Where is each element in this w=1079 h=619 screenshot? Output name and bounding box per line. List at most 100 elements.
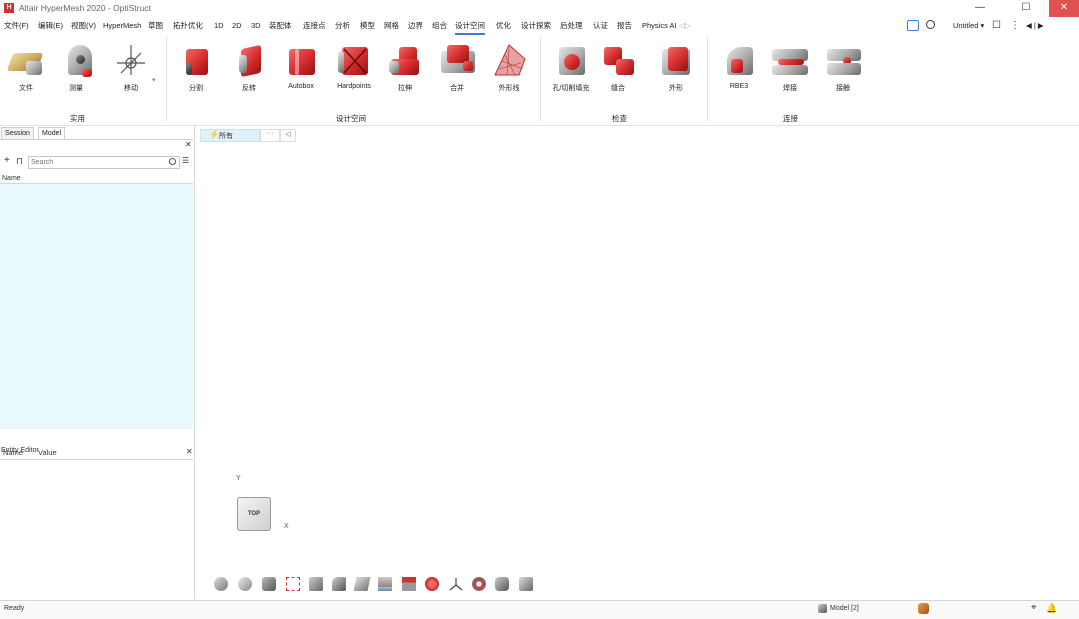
app-logo-icon: H	[4, 3, 14, 13]
group-label-connect: 连接	[783, 114, 798, 123]
menu-view[interactable]: 视图(V)	[71, 18, 96, 33]
view-globe-icon[interactable]	[238, 577, 252, 591]
menu-hypermesh[interactable]: HyperMesh	[103, 18, 141, 33]
view-cube[interactable]: TOP	[237, 497, 271, 531]
split-tool[interactable]: 分割	[171, 41, 221, 93]
editor-column-name[interactable]: Name	[3, 448, 23, 457]
minimize-button[interactable]: —	[957, 0, 1003, 17]
layout-square-icon[interactable]: ☐	[992, 18, 1001, 33]
filter-all-label: 所有	[219, 133, 233, 140]
maximize-button[interactable]: ☐	[1003, 0, 1049, 17]
title-bar: H Altair HyperMesh 2020 - OptiStruct — ☐…	[0, 0, 1079, 17]
close-button[interactable]: ✕	[1049, 0, 1079, 17]
bell-icon[interactable]: 🔔	[1046, 603, 1057, 614]
view-axes-icon[interactable]	[449, 577, 463, 591]
menu-boundary[interactable]: 边界	[408, 18, 423, 33]
filter-collapse-button[interactable]: ◁	[280, 129, 296, 142]
crosshair-icon[interactable]: ⌖	[1031, 602, 1037, 613]
menu-file[interactable]: 文件(F)	[4, 18, 29, 33]
menu-overflow-icon[interactable]: ◁▷	[679, 18, 691, 33]
merge-tool[interactable]: 合并	[432, 41, 482, 93]
menu-sketch[interactable]: 草图	[148, 18, 163, 33]
panel-close-button[interactable]: ✕	[185, 140, 192, 149]
status-text: Ready	[4, 605, 25, 612]
filter-more-button[interactable]: ···	[260, 129, 280, 142]
view-section-icon[interactable]	[353, 577, 371, 591]
group-separator	[166, 37, 167, 121]
entity-editor-body	[0, 459, 193, 599]
outline-icon	[489, 41, 529, 81]
menu-report[interactable]: 报告	[617, 18, 632, 33]
move-icon	[111, 41, 151, 81]
search-icon[interactable]	[926, 20, 935, 29]
stitch-tool[interactable]: 缝合	[593, 41, 643, 93]
hardpoints-tool[interactable]: Hardpoints	[329, 41, 379, 90]
view-zoom-icon[interactable]	[472, 577, 486, 591]
reverse-tool[interactable]: 反转	[224, 41, 274, 93]
menu-1d[interactable]: 1D	[214, 18, 224, 33]
merge-icon	[437, 41, 477, 81]
view-undo-icon[interactable]	[332, 577, 346, 591]
search-input[interactable]	[29, 157, 163, 168]
view-camera-icon[interactable]	[495, 577, 509, 591]
menu-model[interactable]: 模型	[360, 18, 375, 33]
menu-physics-ai[interactable]: Physics AI	[642, 18, 677, 33]
contact-tool[interactable]: 接触	[818, 41, 868, 93]
more-options-icon[interactable]: ⋮	[1010, 18, 1020, 33]
task-icon[interactable]	[918, 603, 929, 614]
menu-analysis[interactable]: 分析	[335, 18, 350, 33]
editor-close-button[interactable]: ✕	[186, 447, 193, 456]
ribbon-overflow-icon[interactable]: ▾	[152, 76, 156, 84]
menu-edit[interactable]: 编辑(E)	[38, 18, 63, 33]
menu-optimize[interactable]: 优化	[496, 18, 511, 33]
folder-icon[interactable]: ⊓	[16, 156, 23, 167]
search-icon[interactable]	[169, 158, 176, 165]
menu-assembly[interactable]: 装配体	[269, 18, 292, 33]
split-icon	[176, 41, 216, 81]
axis-y-label: Y	[236, 475, 241, 482]
measure-tool[interactable]: 测量	[51, 41, 101, 93]
lightning-icon: ⚡	[209, 130, 219, 139]
filter-icon[interactable]: ☰	[182, 156, 189, 165]
menu-2d[interactable]: 2D	[232, 18, 242, 33]
menu-certify[interactable]: 认证	[593, 18, 608, 33]
filter-all-button[interactable]: 所有 ⚡	[200, 129, 260, 142]
view-target-icon[interactable]	[425, 577, 439, 591]
autobox-tool[interactable]: Autobox	[276, 41, 326, 90]
rbe3-tool[interactable]: RBE3	[714, 41, 764, 90]
menu-postprocess[interactable]: 后处理	[560, 18, 583, 33]
view-legend-icon[interactable]	[378, 577, 392, 591]
menu-combine[interactable]: 组合	[432, 18, 447, 33]
chat-icon[interactable]	[907, 20, 919, 31]
tree-column-name[interactable]: Name	[2, 175, 21, 182]
view-rotate-icon[interactable]	[214, 577, 228, 591]
menu-topology[interactable]: 拓扑优化	[173, 18, 203, 33]
menu-connectors[interactable]: 连接点	[303, 18, 326, 33]
view-display-icon[interactable]	[262, 577, 276, 591]
outline-tool[interactable]: 外形线	[484, 41, 534, 93]
untitled-dropdown[interactable]: Untitled ▾	[953, 18, 984, 33]
model-tree[interactable]	[0, 183, 193, 429]
extrude-tool[interactable]: 拉伸	[380, 41, 430, 93]
fit-view-icon[interactable]	[286, 577, 300, 591]
reverse-icon	[229, 41, 269, 81]
menu-3d[interactable]: 3D	[251, 18, 261, 33]
window-title: Altair HyperMesh 2020 - OptiStruct	[19, 3, 151, 13]
view-mask-icon[interactable]	[309, 577, 323, 591]
group-label-utility: 实用	[70, 114, 85, 123]
page-nav[interactable]: ◀ | ▶	[1026, 18, 1044, 33]
menu-mesh[interactable]: 网格	[384, 18, 399, 33]
file-tool[interactable]: 文件	[1, 41, 51, 93]
ribbon: 文件 测量 移动 ▾ 实用 分割 反转 Autobox Hardpoints 拉…	[0, 33, 1079, 126]
menu-design-explore[interactable]: 设计探索	[521, 18, 551, 33]
model-status[interactable]: Model [2]	[830, 605, 859, 612]
add-icon[interactable]: +	[4, 155, 10, 166]
view-lock-icon[interactable]	[519, 577, 533, 591]
shape-tool[interactable]: 外形	[651, 41, 701, 93]
hole-fill-tool[interactable]: 孔/切削填充	[546, 41, 596, 93]
view-clip-icon[interactable]	[402, 577, 416, 591]
editor-column-value[interactable]: Value	[38, 448, 57, 457]
weld-tool[interactable]: 焊接	[765, 41, 815, 93]
move-tool[interactable]: 移动	[106, 41, 156, 93]
file-icon	[6, 41, 46, 81]
